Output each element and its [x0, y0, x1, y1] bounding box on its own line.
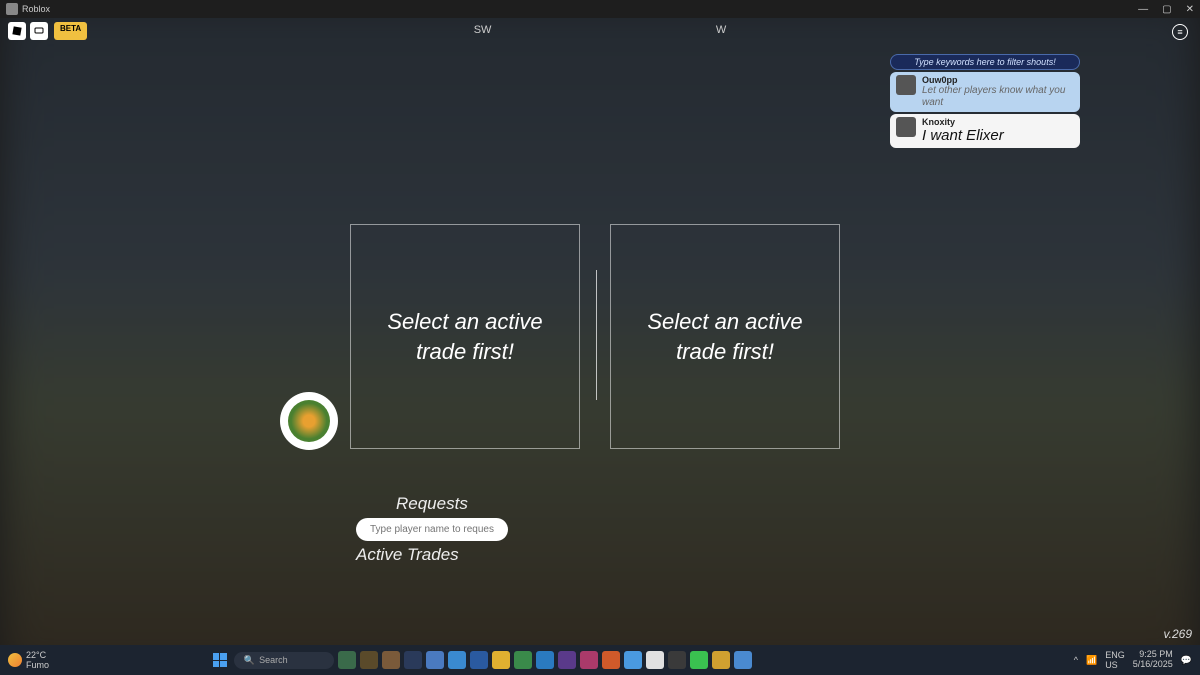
shout-card-self[interactable]: Ouw0pp Let other players know what you w… — [890, 72, 1080, 112]
taskbar-app-icon[interactable] — [712, 651, 730, 669]
trade-panel-message: Select an active trade first! — [371, 307, 559, 366]
taskbar-app-icon[interactable] — [338, 651, 356, 669]
weather-desc: Fumo — [26, 660, 49, 670]
tray-wifi-icon[interactable]: 📶 — [1086, 655, 1097, 666]
player-name-input[interactable] — [356, 518, 508, 541]
taskbar-app-icon[interactable] — [360, 651, 378, 669]
compass-marker-w: W — [716, 24, 726, 36]
beta-badge: BETA — [54, 22, 87, 40]
tray-notifications-icon[interactable]: 💬 — [1181, 655, 1192, 666]
taskbar-app-icon[interactable] — [646, 651, 664, 669]
taskbar-app-icon[interactable] — [404, 651, 422, 669]
roblox-logo-icon — [12, 26, 22, 36]
taskbar-app-icon[interactable] — [690, 651, 708, 669]
search-placeholder: Search — [259, 655, 288, 665]
roblox-chat-button[interactable] — [30, 22, 48, 40]
taskbar-search[interactable]: 🔍 Search — [234, 652, 334, 669]
trade-panel-message: Select an active trade first! — [631, 307, 819, 366]
taskbar-app-icon[interactable] — [514, 651, 532, 669]
taskbar-weather[interactable]: 22°C Fumo — [8, 650, 49, 670]
window-close-button[interactable]: ✕ — [1186, 4, 1194, 15]
taskbar-app-icon[interactable] — [602, 651, 620, 669]
tray-language[interactable]: ENG US — [1105, 650, 1125, 670]
taskbar-app-icon[interactable] — [536, 651, 554, 669]
taskbar-app-icon[interactable] — [734, 651, 752, 669]
shout-username: Ouw0pp — [922, 75, 1074, 85]
trade-badge-button[interactable] — [280, 392, 338, 450]
active-trades-label: Active Trades — [356, 545, 508, 565]
window-title: Roblox — [22, 4, 50, 14]
start-button[interactable] — [210, 650, 230, 670]
shout-card[interactable]: Knoxity I want Elixer — [890, 114, 1080, 148]
window-maximize-button[interactable]: ▢ — [1162, 4, 1171, 15]
tray-clock[interactable]: 9:25 PM 5/16/2025 — [1133, 650, 1173, 670]
shout-input-placeholder[interactable]: Let other players know what you want — [922, 85, 1074, 109]
search-icon: 🔍 — [244, 655, 255, 666]
taskbar-app-icon[interactable] — [492, 651, 510, 669]
trade-icon — [288, 400, 330, 442]
windows-taskbar: 22°C Fumo 🔍 Search ^ 📶 — [0, 645, 1200, 675]
requests-label: Requests — [396, 494, 508, 514]
taskbar-app-icon[interactable] — [426, 651, 444, 669]
compass-marker-sw: SW — [474, 24, 492, 36]
taskbar-app-icon[interactable] — [382, 651, 400, 669]
compass-bar: SW W — [0, 20, 1200, 38]
trade-panel-right[interactable]: Select an active trade first! — [610, 224, 840, 449]
taskbar-app-icon[interactable] — [668, 651, 686, 669]
taskbar-app-icon[interactable] — [448, 651, 466, 669]
windows-logo-icon — [213, 653, 227, 667]
shout-panel: Type keywords here to filter shouts! Ouw… — [890, 54, 1080, 150]
window-titlebar: Roblox — ▢ ✕ — [0, 0, 1200, 18]
taskbar-app-icon[interactable] — [558, 651, 576, 669]
taskbar-app-icon[interactable] — [470, 651, 488, 669]
chat-icon — [34, 26, 44, 36]
trade-panel-left[interactable]: Select an active trade first! — [350, 224, 580, 449]
roblox-app-icon — [6, 3, 18, 15]
taskbar-app-icon[interactable] — [580, 651, 598, 669]
tray-chevron-icon[interactable]: ^ — [1074, 655, 1078, 665]
weather-temp: 22°C — [26, 650, 49, 660]
avatar — [896, 75, 916, 95]
shout-message: I want Elixer — [922, 127, 1074, 145]
roblox-overlay-buttons: BETA — [8, 22, 87, 40]
shout-filter-input[interactable]: Type keywords here to filter shouts! — [890, 54, 1080, 70]
window-minimize-button[interactable]: — — [1138, 4, 1148, 15]
game-version: v.269 — [1164, 627, 1192, 641]
taskbar-app-icon[interactable] — [624, 651, 642, 669]
avatar — [896, 117, 916, 137]
trade-panels: Select an active trade first! Select an … — [350, 224, 840, 449]
trade-controls: Requests Active Trades — [356, 490, 508, 569]
shout-username: Knoxity — [922, 117, 1074, 127]
weather-icon — [8, 653, 22, 667]
trade-divider — [596, 270, 597, 400]
roblox-menu-button[interactable] — [8, 22, 26, 40]
